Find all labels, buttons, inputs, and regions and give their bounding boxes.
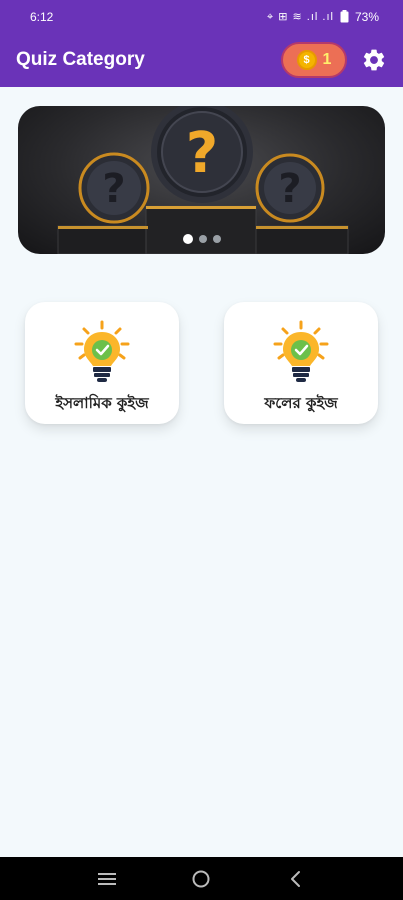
app-bar: Quiz Category $ 1 (0, 33, 403, 87)
home-icon[interactable] (189, 867, 213, 891)
question-marks-illustration: ? ? ? (57, 106, 349, 254)
back-icon[interactable] (284, 867, 308, 891)
gear-icon[interactable] (361, 47, 387, 73)
recents-icon[interactable] (95, 867, 119, 891)
status-time: 6:12 (30, 9, 54, 24)
status-icons: ⌖ ⊞ ≋ .ıl .ıl 73% (267, 10, 379, 24)
lightbulb-check-icon (74, 320, 130, 382)
category-card-fruit-quiz[interactable]: ফলের কুইজ (224, 302, 378, 424)
svg-text:?: ? (278, 166, 301, 212)
carousel-dot[interactable] (212, 235, 221, 243)
promo-banner-carousel[interactable]: ? ? ? (18, 106, 385, 254)
system-nav-bar (0, 857, 403, 900)
category-card-islamic-quiz[interactable]: ইসলামিক কুইজ (25, 302, 179, 424)
svg-text:?: ? (102, 166, 125, 212)
svg-text:?: ? (186, 121, 218, 186)
status-bar: 6:12 ⌖ ⊞ ≋ .ıl .ıl 73% (0, 0, 403, 33)
coin-count: 1 (322, 51, 332, 68)
battery-percent: 73% (354, 9, 379, 24)
carousel-dot[interactable] (182, 234, 193, 244)
battery-icon (340, 10, 349, 23)
category-label: ফলের কুইজ (264, 394, 338, 412)
coin-balance-button[interactable]: $ 1 (281, 42, 347, 78)
lightbulb-check-icon (273, 320, 329, 382)
signal-icons: ⌖ ⊞ ≋ .ıl .ıl (267, 10, 334, 23)
carousel-dot[interactable] (198, 235, 207, 243)
category-label: ইসলামিক কুইজ (55, 394, 149, 412)
page-title: Quiz Category (16, 49, 145, 70)
carousel-indicator (18, 234, 385, 244)
coin-icon: $ (296, 50, 317, 70)
